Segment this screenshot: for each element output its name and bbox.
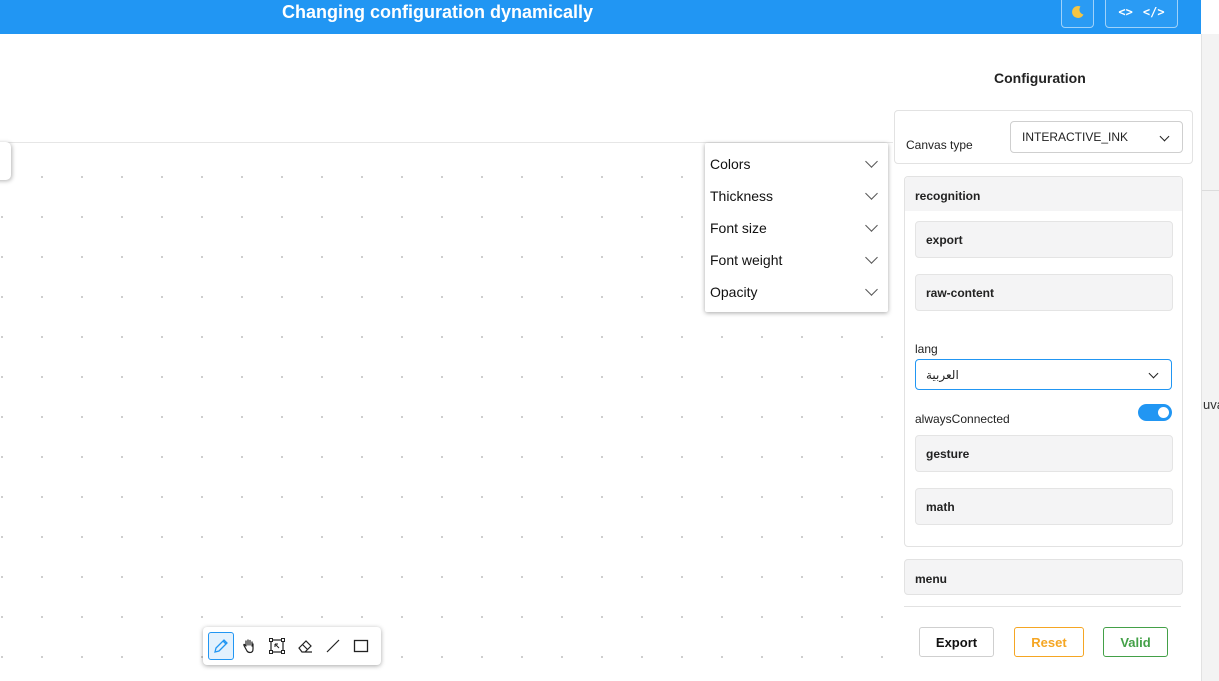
canvas-type-label: Canvas type	[906, 138, 973, 152]
select-icon	[269, 638, 285, 654]
eraser-icon	[298, 640, 312, 653]
raw-content-section[interactable]: raw-content	[915, 274, 1173, 311]
menu-item-colors[interactable]: Colors	[710, 152, 880, 176]
chevron-down-icon	[865, 155, 878, 168]
math-section[interactable]: math	[915, 488, 1173, 525]
pencil-icon	[214, 639, 228, 653]
page-title: Changing configuration dynamically	[282, 2, 594, 22]
eraser-tool-button[interactable]	[292, 632, 318, 660]
code-close-icon: </>	[1142, 5, 1165, 19]
export-button[interactable]: Export	[919, 627, 994, 657]
line-tool-button[interactable]	[320, 632, 346, 660]
menu-item-thickness[interactable]: Thickness	[710, 184, 880, 208]
next-config-group	[904, 606, 1181, 611]
hand-icon	[243, 639, 254, 654]
configuration-panel[interactable]: Canvas type INTERACTIVE_INK recognition …	[893, 109, 1193, 611]
recognition-group: recognition export raw-content lang العر…	[904, 176, 1183, 547]
lang-select[interactable]: العربية	[915, 359, 1172, 390]
drawing-toolbar	[203, 627, 381, 665]
code-icon: <>	[1118, 5, 1133, 19]
configuration-title: Configuration	[994, 70, 1086, 86]
top-bar: Changing configuration dynamically <> </…	[0, 0, 1201, 34]
chevron-down-icon	[865, 187, 878, 200]
reset-button[interactable]: Reset	[1014, 627, 1084, 657]
always-connected-label: alwaysConnected	[915, 412, 1010, 426]
valid-button[interactable]: Valid	[1103, 627, 1168, 657]
moon-icon	[1071, 5, 1083, 18]
hand-tool-button[interactable]	[236, 632, 262, 660]
chevron-down-icon	[865, 251, 878, 264]
canvas-type-card: Canvas type INTERACTIVE_INK	[894, 110, 1193, 164]
pencil-tool-button[interactable]	[208, 632, 234, 660]
chevron-down-icon	[1148, 368, 1159, 379]
export-section[interactable]: export	[915, 221, 1173, 258]
menu-group-header[interactable]: menu	[904, 559, 1183, 595]
gesture-section[interactable]: gesture	[915, 435, 1173, 472]
chevron-down-icon	[865, 283, 878, 296]
code-view-button[interactable]: <> </>	[1105, 0, 1178, 28]
always-connected-toggle[interactable]	[1138, 404, 1172, 421]
menu-item-opacity[interactable]: Opacity	[710, 280, 880, 304]
lang-label: lang	[915, 342, 938, 356]
rectangle-tool-button[interactable]	[348, 632, 374, 660]
theme-toggle-button[interactable]	[1061, 0, 1094, 28]
canvas-type-select[interactable]: INTERACTIVE_INK	[1010, 121, 1183, 153]
edge-text: uva	[1203, 397, 1219, 412]
rectangle-icon	[353, 639, 369, 653]
style-menu: Colors Thickness Font size Font weight O…	[705, 143, 888, 312]
menu-item-font-size[interactable]: Font size	[710, 216, 880, 240]
side-menu-handle[interactable]	[0, 142, 11, 180]
line-icon	[326, 639, 340, 653]
outer-edge-panel	[1201, 34, 1219, 681]
chevron-down-icon	[865, 219, 878, 232]
recognition-header[interactable]: recognition	[905, 177, 1182, 211]
menu-item-font-weight[interactable]: Font weight	[710, 248, 880, 272]
chevron-down-icon	[1159, 131, 1170, 142]
select-tool-button[interactable]	[264, 632, 290, 660]
